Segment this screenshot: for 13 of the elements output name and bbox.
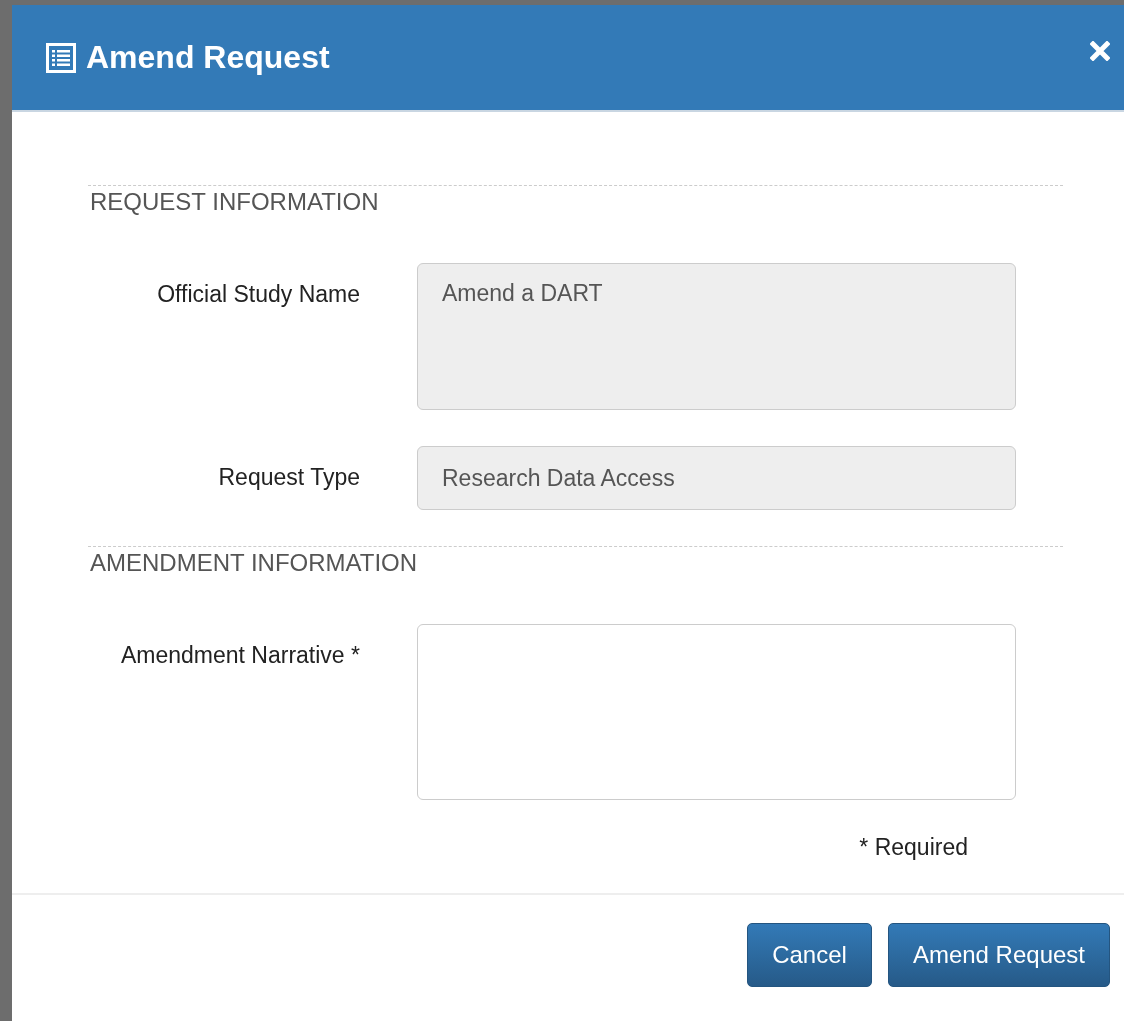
required-note: * Required [859, 834, 968, 861]
dialog-button[interactable]: Cancel [747, 923, 872, 987]
dialog-title: Amend Request [86, 39, 331, 76]
section-heading: AMENDMENT INFORMATION [88, 546, 1063, 577]
list-icon [46, 42, 76, 73]
close-icon[interactable] [1090, 41, 1110, 61]
field-label: Official Study Name [156, 280, 360, 308]
dialog-button[interactable]: Amend Request [887, 923, 1110, 987]
section-heading: REQUEST INFORMATION [88, 185, 1063, 216]
field-label: Request Type [217, 463, 360, 491]
field-label: Amendment Narrative * [119, 641, 360, 669]
text-area[interactable]: Amend a DART [417, 263, 1016, 410]
input-field[interactable]: Research Data Access [417, 446, 1016, 510]
